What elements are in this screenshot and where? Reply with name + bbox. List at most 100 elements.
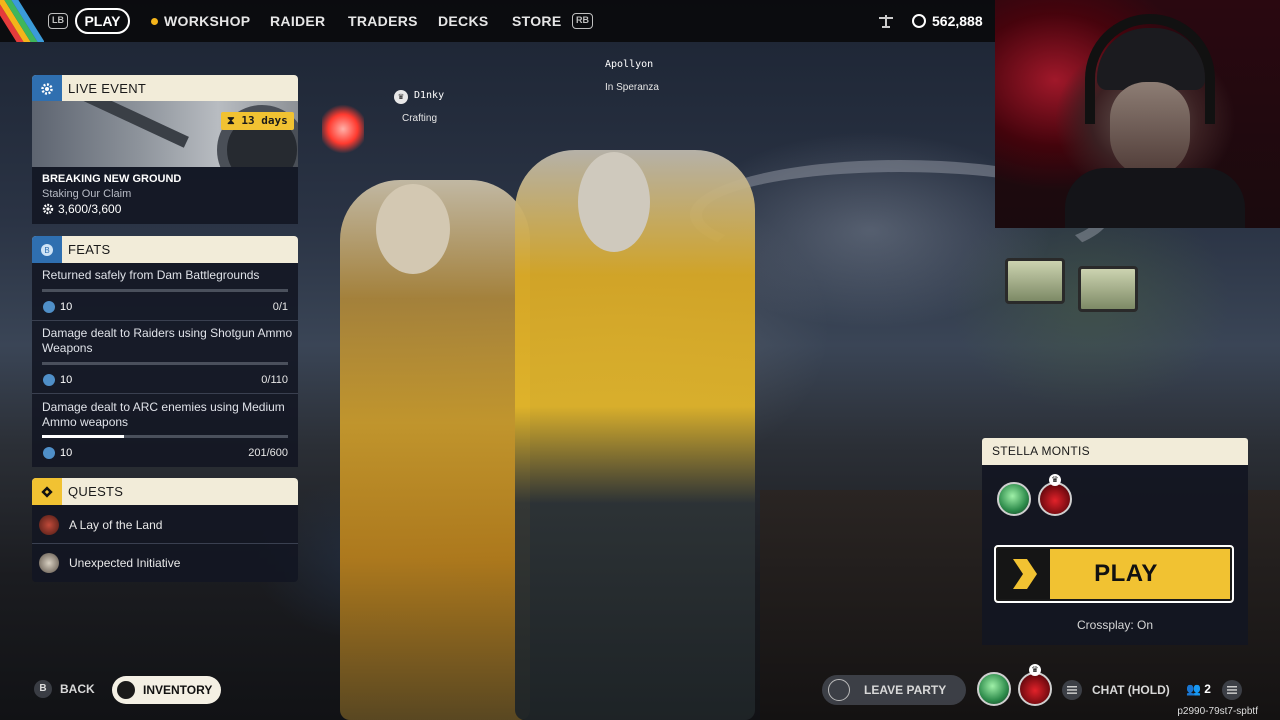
player-name: Apollyon — [605, 59, 654, 70]
player-status: Crafting — [402, 113, 438, 124]
character-head-right — [578, 152, 650, 252]
nav-tab-traders[interactable]: TRADERS — [348, 0, 418, 42]
feat-title: Returned safely from Dam Battlegrounds — [42, 268, 260, 282]
party-scale-icon[interactable] — [877, 12, 895, 30]
nav-tab-workshop[interactable]: WORKSHOP — [151, 0, 250, 42]
menu-icon[interactable] — [1222, 680, 1242, 700]
quest-label: Unexpected Initiative — [69, 556, 181, 570]
crown-icon: ♛ — [1029, 664, 1041, 676]
event-progress: 3,600/3,600 — [42, 202, 121, 216]
svg-text:B: B — [44, 246, 49, 255]
lb-bumper-hint[interactable]: LB — [48, 13, 68, 29]
quest-giver-avatar — [39, 514, 59, 535]
map-name-header[interactable]: STELLA MONTIS — [982, 438, 1248, 465]
feat-progress: 0/110 — [261, 374, 288, 386]
player-tag-name: ♛ D1nky — [394, 90, 444, 104]
feat-progress-bar — [42, 435, 288, 438]
streamer-body — [1065, 168, 1245, 228]
player-name: D1nky — [414, 90, 445, 101]
quests-title: QUESTS — [68, 484, 124, 499]
leave-party-icon — [828, 679, 850, 701]
chat-label: CHAT (HOLD) — [1092, 683, 1170, 697]
feats-header[interactable]: B FEATS — [32, 236, 298, 263]
feat-reward: 10 — [60, 374, 73, 386]
coin-icon — [912, 14, 926, 28]
inventory-button[interactable]: INVENTORY — [112, 676, 221, 704]
quests-header[interactable]: QUESTS — [32, 478, 298, 505]
party-leader-avatar[interactable] — [1018, 672, 1052, 706]
feat-progress-bar — [42, 289, 288, 292]
feat-title: Damage dealt to ARC enemies using Medium… — [42, 400, 285, 429]
feat-reward: 10 — [60, 447, 73, 459]
gear-icon — [32, 75, 62, 102]
streamer-face — [1110, 82, 1190, 177]
event-days-text: 13 days — [241, 114, 288, 127]
event-days-badge: ⧗ 13 days — [221, 112, 294, 130]
play-button-label: PLAY — [1094, 560, 1158, 587]
leave-party-button[interactable]: LEAVE PARTY — [822, 675, 966, 705]
session-code: p2990-79st7-spbtf — [1177, 706, 1258, 717]
feats-title: FEATS — [68, 242, 111, 257]
chat-hold-hint[interactable]: CHAT (HOLD) — [1062, 680, 1170, 700]
divider — [32, 320, 298, 321]
event-progress-text: 3,600/3,600 — [58, 202, 122, 216]
quest-item[interactable]: Unexpected Initiative — [32, 544, 298, 582]
feat-progress: 0/1 — [272, 301, 288, 313]
nav-tab-workshop-label: WORKSHOP — [164, 13, 251, 29]
crown-icon: ♛ — [394, 90, 408, 104]
quest-label: A Lay of the Land — [69, 517, 163, 532]
character-head-left — [376, 184, 450, 274]
nav-tab-play[interactable]: PLAY — [75, 8, 130, 34]
feat-reward-icon — [43, 447, 55, 459]
live-event-image[interactable] — [32, 101, 298, 167]
nav-tab-decks[interactable]: DECKS — [438, 0, 489, 42]
live-event-title: LIVE EVENT — [68, 81, 147, 96]
crossplay-status: Crossplay: On — [1076, 618, 1154, 632]
inventory-label: INVENTORY — [143, 683, 213, 697]
b-button-icon: B — [34, 680, 52, 698]
leave-party-label: LEAVE PARTY — [864, 683, 947, 697]
feat-progress: 201/600 — [248, 447, 288, 459]
inventory-bag-icon — [117, 681, 135, 699]
people-icon: 👥 — [1186, 682, 1201, 696]
play-button[interactable]: PLAY — [994, 545, 1234, 603]
robot-arm — [75, 101, 189, 148]
quest-giver-avatar — [39, 553, 59, 573]
top-navigation-bar: LB PLAY WORKSHOP RAIDER TRADERS DECKS ST… — [0, 0, 995, 42]
crown-icon: ♛ — [1049, 474, 1061, 486]
party-leader-avatar[interactable] — [1038, 482, 1072, 516]
feat-progress-bar — [42, 362, 288, 365]
divider — [32, 393, 298, 394]
feat-progress-fill — [42, 435, 125, 438]
event-subtitle: Staking Our Claim — [42, 188, 132, 200]
party-member-avatar[interactable] — [977, 672, 1011, 706]
live-event-header[interactable]: LIVE EVENT — [32, 75, 298, 102]
feat-title: Damage dealt to Raiders using Shotgun Am… — [42, 326, 293, 355]
feat-reward: 10 — [60, 301, 73, 313]
player-status: In Speranza — [605, 82, 659, 93]
back-label: BACK — [60, 682, 95, 696]
party-count-value: 2 — [1204, 682, 1211, 696]
nav-tab-store[interactable]: STORE — [512, 0, 561, 42]
rb-bumper-hint[interactable]: RB — [572, 13, 593, 29]
feat-reward-icon — [43, 374, 55, 386]
feat-reward-icon — [43, 301, 55, 313]
party-member-avatar[interactable] — [997, 482, 1031, 516]
quest-diamond-icon — [32, 478, 62, 505]
currency-display: 562,888 — [912, 0, 983, 42]
quest-item[interactable]: A Lay of the Land — [32, 505, 298, 544]
event-title: BREAKING NEW GROUND — [42, 173, 182, 185]
gear-icon — [42, 203, 54, 215]
menu-button-icon — [1062, 680, 1082, 700]
back-button[interactable]: B BACK — [34, 680, 95, 698]
red-lamp — [322, 104, 364, 154]
streamer-webcam — [995, 0, 1280, 228]
nav-tab-raider[interactable]: RAIDER — [270, 0, 325, 42]
chevron-right-icon — [998, 549, 1050, 599]
crt-monitor — [1078, 266, 1138, 312]
notification-dot-icon — [151, 18, 158, 25]
currency-amount: 562,888 — [932, 13, 983, 29]
party-count: 👥 2 — [1186, 682, 1211, 696]
feats-coin-icon: B — [32, 236, 62, 263]
rainbow-stripe-logo — [0, 0, 44, 42]
